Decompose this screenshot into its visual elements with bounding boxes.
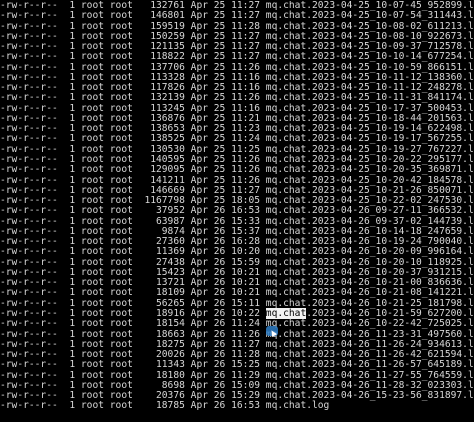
file-name-text[interactable]: mq.chat.2023-04-26_11-26-57_645189.log <box>266 359 474 370</box>
file-name-text[interactable]: mq.chat.2023-04-25_10-10-59_866151.log <box>266 62 474 73</box>
file-name-text[interactable]: mq.chat.2023-04-25_10-07-54_311443.log <box>266 10 474 21</box>
file-name-text[interactable]: mq.chat.2023-04-26_09-27-11_366532.log <box>266 205 474 216</box>
file-name-text[interactable]: mq.chat.2023-04-25_10-19-17_567255.log <box>266 133 474 144</box>
permissions-text: -rw-r--r-- <box>0 400 58 412</box>
file-name-text[interactable]: mq.chat.2023-04-25_10-08-02_611213.log <box>266 21 474 32</box>
file-name-text[interactable]: mq.chat.2023-04-26_10-20-09_996164.log <box>266 246 474 257</box>
file-name-text[interactable]: mq.chat.2023-04-25_10-20-35_369871.log <box>266 164 474 175</box>
file-size-text: 18785 <box>138 400 185 412</box>
owner-text: root <box>80 400 104 412</box>
file-name-text[interactable]: mq.chat.2023-04-25_10-17-37_500453.log <box>266 103 474 114</box>
file-name-text[interactable]: mq.chat.2023-04-26_09-37-02_144739.log <box>266 216 474 227</box>
file-name-text[interactable]: mq.chat.2023-04-26_10-22-42_725025.log <box>266 318 474 329</box>
file-name-text[interactable]: mq.chat.2023-04-26_10-21-08_141221.log <box>266 287 474 298</box>
file-name-text[interactable]: mq.chat.2023-04-26_11-23-31_497560.log <box>266 329 474 340</box>
file-name-text[interactable]: mq.chat.2023-04-25_10-10-14_677254.log <box>266 51 474 62</box>
terminal-output[interactable]: -rw-r--r-- 1 root root 132761 Apr 25 11:… <box>0 1 474 422</box>
file-name-text[interactable]: mq.chat.2023-04-26_11-27-55_764559.log <box>266 370 474 381</box>
file-listing-row: -rw-r--r-- 1 root root 18785 Apr 26 16:5… <box>0 401 474 411</box>
day-text: 26 <box>213 400 226 412</box>
time-text: 16:53 <box>231 400 261 412</box>
link-count-text: 1 <box>63 400 76 412</box>
file-name-text[interactable]: mq.chat.2023-04-25_10-11-31_841174.log <box>266 92 474 103</box>
month-text: Apr <box>190 400 208 412</box>
file-name-text[interactable]: mq.chat.2023-04-26_10-20-10_118925.log <box>266 257 474 268</box>
file-name-text[interactable]: mq.chat.log <box>266 400 330 411</box>
group-text: root <box>109 400 133 412</box>
file-name-text[interactable]: mq.chat.2023-04-25_10-20-42_184578.log <box>266 175 474 186</box>
